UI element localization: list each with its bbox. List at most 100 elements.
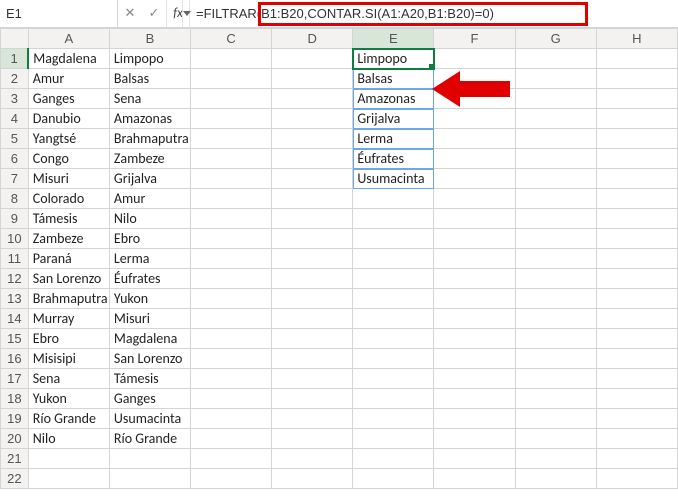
cell-B5[interactable]: Brahmaputra [109,129,190,149]
cell-G8[interactable] [515,189,596,209]
row-header-15[interactable]: 15 [1,329,29,349]
cell-B6[interactable]: Zambeze [109,149,190,169]
cell-C16[interactable] [191,349,272,369]
cell-B8[interactable]: Amur [109,189,190,209]
cell-A21[interactable] [28,449,109,469]
cell-G12[interactable] [515,269,596,289]
row-header-17[interactable]: 17 [1,369,29,389]
cell-A3[interactable]: Ganges [28,89,109,109]
cell-F11[interactable] [434,249,515,269]
cell-C8[interactable] [191,189,272,209]
cell-E19[interactable] [353,409,434,429]
cell-B20[interactable]: Río Grande [109,429,190,449]
cell-H2[interactable] [596,69,677,89]
cell-C14[interactable] [191,309,272,329]
cell-A16[interactable]: Misisipi [28,349,109,369]
cell-F18[interactable] [434,389,515,409]
cell-D11[interactable] [272,249,353,269]
row-header-20[interactable]: 20 [1,429,29,449]
cell-G18[interactable] [515,389,596,409]
cell-A13[interactable]: Brahmaputra [28,289,109,309]
cell-A10[interactable]: Zambeze [28,229,109,249]
cell-B17[interactable]: Támesis [109,369,190,389]
formula-input[interactable] [190,0,678,27]
cell-F4[interactable] [434,109,515,129]
cell-F10[interactable] [434,229,515,249]
row-header-3[interactable]: 3 [1,89,29,109]
row-header-10[interactable]: 10 [1,229,29,249]
cell-G16[interactable] [515,349,596,369]
cell-G13[interactable] [515,289,596,309]
cell-C13[interactable] [191,289,272,309]
cell-D2[interactable] [272,69,353,89]
cell-C19[interactable] [191,409,272,429]
cell-A15[interactable]: Ebro [28,329,109,349]
cell-D10[interactable] [272,229,353,249]
worksheet-grid[interactable]: ABCDEFGH 1MagdalenaLimpopoLimpopo2AmurBa… [0,28,678,502]
cell-A4[interactable]: Danubio [28,109,109,129]
cell-C18[interactable] [191,389,272,409]
cell-A19[interactable]: Río Grande [28,409,109,429]
cell-H20[interactable] [596,429,677,449]
cell-E3[interactable]: Amazonas [353,89,434,109]
cell-A2[interactable]: Amur [28,69,109,89]
cell-E17[interactable] [353,369,434,389]
cell-B7[interactable]: Grijalva [109,169,190,189]
cell-G9[interactable] [515,209,596,229]
cell-H16[interactable] [596,349,677,369]
cell-A17[interactable]: Sena [28,369,109,389]
cell-G5[interactable] [515,129,596,149]
cell-H4[interactable] [596,109,677,129]
cell-G10[interactable] [515,229,596,249]
cell-F6[interactable] [434,149,515,169]
row-header-19[interactable]: 19 [1,409,29,429]
row-header-4[interactable]: 4 [1,109,29,129]
cell-C2[interactable] [191,69,272,89]
row-header-14[interactable]: 14 [1,309,29,329]
cell-D14[interactable] [272,309,353,329]
cell-F16[interactable] [434,349,515,369]
cell-E16[interactable] [353,349,434,369]
cell-B1[interactable]: Limpopo [109,49,190,69]
column-header-A[interactable]: A [28,29,109,49]
cell-H19[interactable] [596,409,677,429]
cell-A1[interactable]: Magdalena [28,49,109,69]
cell-H14[interactable] [596,309,677,329]
cell-H15[interactable] [596,329,677,349]
cell-D7[interactable] [272,169,353,189]
cell-F7[interactable] [434,169,515,189]
cell-C1[interactable] [191,49,272,69]
cell-D20[interactable] [272,429,353,449]
cell-E1[interactable]: Limpopo [353,49,434,69]
row-header-1[interactable]: 1 [1,49,29,69]
cell-C12[interactable] [191,269,272,289]
cell-E8[interactable] [353,189,434,209]
cell-C7[interactable] [191,169,272,189]
cell-B15[interactable]: Magdalena [109,329,190,349]
cell-D15[interactable] [272,329,353,349]
cell-G3[interactable] [515,89,596,109]
cell-D18[interactable] [272,389,353,409]
cell-G11[interactable] [515,249,596,269]
cell-A5[interactable]: Yangtsé [28,129,109,149]
cell-G19[interactable] [515,409,596,429]
cell-E14[interactable] [353,309,434,329]
cell-D17[interactable] [272,369,353,389]
cell-H21[interactable] [596,449,677,469]
cell-D21[interactable] [272,449,353,469]
cell-A14[interactable]: Murray [28,309,109,329]
row-header-9[interactable]: 9 [1,209,29,229]
name-box-dropdown[interactable] [182,0,191,27]
cell-C9[interactable] [191,209,272,229]
cell-H1[interactable] [596,49,677,69]
column-header-C[interactable]: C [191,29,272,49]
column-header-B[interactable]: B [109,29,190,49]
cell-A20[interactable]: Nilo [28,429,109,449]
cell-H13[interactable] [596,289,677,309]
row-header-18[interactable]: 18 [1,389,29,409]
cell-H8[interactable] [596,189,677,209]
cell-H18[interactable] [596,389,677,409]
cell-E22[interactable] [353,469,434,489]
cell-E15[interactable] [353,329,434,349]
cell-G20[interactable] [515,429,596,449]
